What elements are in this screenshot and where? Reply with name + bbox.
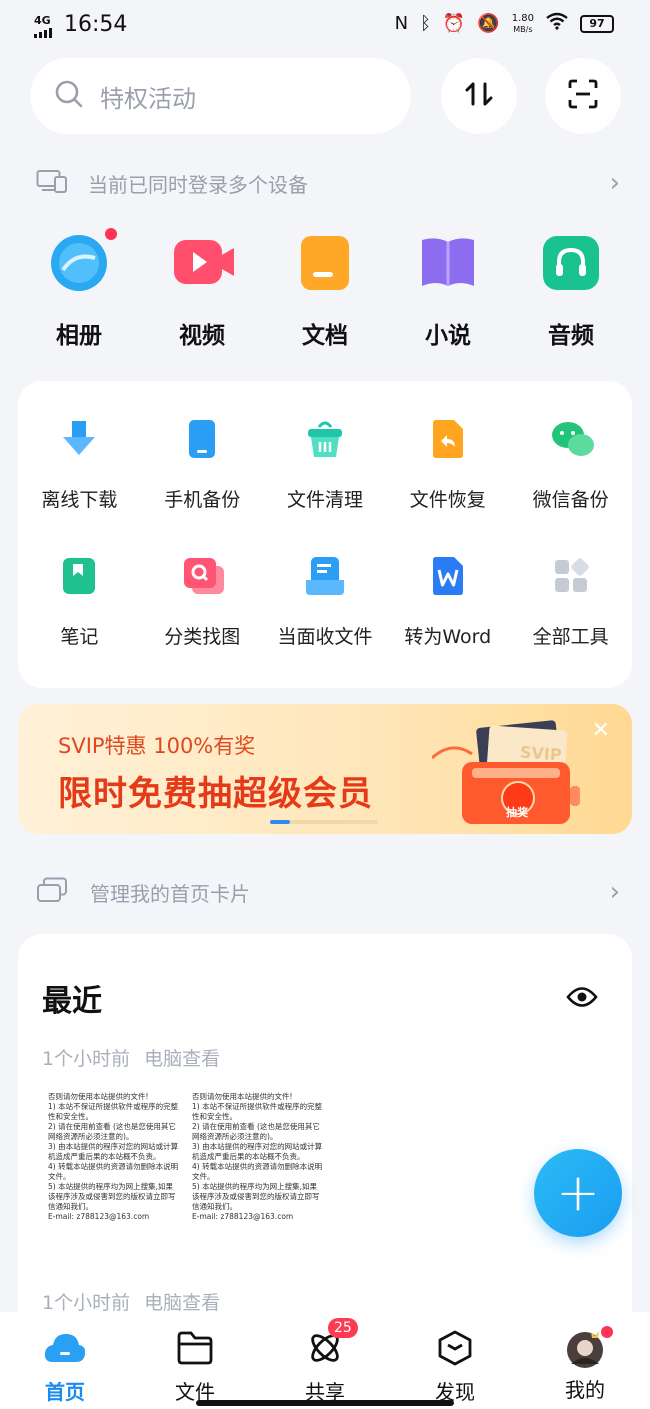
cards-icon [36,877,68,907]
discover-cube-icon [435,1330,475,1370]
tool-word-convert[interactable]: 转为Word [386,556,509,649]
recent-thumbnails: 否则请勿使用本站提供的文件! 1) 本站不保证所提供软件或程序的完整性和安全性。 2… [48,1092,324,1222]
lottery-button-text: 抽奖 [506,806,528,819]
phone-backup-icon [182,419,222,459]
tool-image-search[interactable]: 分类找图 [141,556,264,649]
tool-offline-download[interactable]: 离线下载 [18,419,141,512]
document-icon [295,232,355,292]
app-video[interactable]: 视频 [141,232,263,350]
tool-note[interactable]: 笔记 [18,556,141,649]
alarm-icon: ⏰ [442,13,466,34]
tool-phone-backup[interactable]: 手机备份 [141,419,264,512]
recent-group-meta: 1个小时前 电脑查看 [42,1292,221,1314]
status-icons: N ᛒ ⏰ 🔕 1.80 MB/s 97 [395,12,614,35]
recent-title: 最近 [42,984,102,1019]
nav-discover[interactable]: 发现 [390,1312,520,1409]
app-document[interactable]: 文档 [264,232,386,350]
document-thumbnail[interactable]: 否则请勿使用本站提供的文件! 1) 本站不保证所提供软件或程序的完整性和安全性。 2… [192,1092,324,1222]
status-bar: 4G 16:54 N ᛒ ⏰ 🔕 1.80 MB/s 97 [0,0,650,52]
recent-card: 最近 1个小时前 电脑查看 否则请勿使用本站提供的文件! 1) 本站不保证所提供软件… [18,934,632,1334]
scan-button[interactable] [545,58,621,134]
chevron-right-icon: › [609,168,620,198]
search-placeholder: 特权活动 [100,84,196,113]
add-button[interactable]: + [534,1149,622,1237]
network-speed: 1.80 MB/s [511,12,534,34]
plus-icon: + [556,1163,600,1223]
wifi-icon [546,12,568,35]
all-tools-icon [551,556,591,596]
nav-files[interactable]: 文件 [130,1312,260,1409]
main-apps-row: 相册 视频 文档 小说 音频 [18,228,632,350]
home-indicator [196,1400,454,1406]
file-clean-icon [305,419,345,459]
note-icon [59,556,99,596]
file-restore-icon [428,419,468,459]
audio-headphones-icon [541,232,601,292]
transfer-arrows-icon [463,78,495,114]
app-novel[interactable]: 小说 [387,232,509,350]
photo-album-icon [49,228,117,292]
network-indicator: 4G [34,14,52,38]
video-icon [172,232,234,292]
close-icon[interactable]: ✕ [592,718,610,743]
multi-device-notice[interactable]: 当前已同时登录多个设备 › [36,164,620,202]
novel-book-icon [418,232,478,292]
devices-icon [36,169,68,197]
new-dot [601,1326,613,1338]
tool-file-clean[interactable]: 文件清理 [264,419,387,512]
app-audio[interactable]: 音频 [510,232,632,350]
nav-home[interactable]: 首页 [0,1312,130,1409]
tool-all-tools[interactable]: 全部工具 [509,556,632,649]
tool-receive-file[interactable]: 当面收文件 [264,556,387,649]
carousel-indicator [270,820,378,824]
search-icon [54,79,84,113]
eye-icon[interactable] [566,986,598,1012]
offline-download-icon [59,419,99,459]
search-input[interactable]: 特权活动 [30,58,411,134]
banner-title: 限时免费抽超级会员 [58,774,373,814]
image-search-icon [182,556,225,596]
clock: 16:54 [64,12,128,37]
scan-icon [567,78,599,114]
tool-file-restore[interactable]: 文件恢复 [386,419,509,512]
tools-card: 离线下载 手机备份 文件清理 文件恢复 微信备份 笔记 分类找图 当面收文件 转… [18,381,632,688]
recent-group-meta: 1个小时前 电脑查看 [42,1048,221,1070]
tool-wechat-backup[interactable]: 微信备份 [509,419,632,512]
chevron-right-icon: › [609,877,620,907]
lottery-box-illustration: SVIP 抽奖 [430,718,592,830]
manage-cards-text: 管理我的首页卡片 [90,881,250,906]
battery-icon: 97 [580,14,614,33]
word-convert-icon [428,556,468,596]
share-badge: 25 [328,1318,358,1338]
svip-promo-banner[interactable]: SVIP特惠 100%有奖 限时免费抽超级会员 SVIP 抽奖 ✕ [18,704,632,834]
app-photo-album[interactable]: 相册 [18,228,140,350]
wechat-backup-icon [551,419,594,459]
banner-subtitle: SVIP特惠 100%有奖 [58,734,256,758]
bluetooth-icon: ᛒ [420,13,431,34]
ticket-text: SVIP [519,742,563,765]
nfc-icon: N [394,13,409,34]
manage-home-cards[interactable]: 管理我的首页卡片 › [36,872,620,912]
notice-text: 当前已同时登录多个设备 [88,172,308,197]
bottom-nav: 首页 文件 25 共享 发现 我的 [0,1312,650,1409]
home-cloud-icon [43,1330,87,1370]
nav-share[interactable]: 25 共享 [260,1312,390,1409]
nav-mine[interactable]: 我的 [520,1312,650,1409]
receive-file-icon [305,556,345,596]
document-thumbnail[interactable]: 否则请勿使用本站提供的文件! 1) 本站不保证所提供软件或程序的完整性和安全性。 2… [48,1092,180,1222]
folder-icon [175,1330,215,1370]
new-dot [105,228,117,240]
avatar-icon [565,1326,613,1368]
transfer-button[interactable] [441,58,517,134]
mute-icon: 🔕 [477,13,500,34]
